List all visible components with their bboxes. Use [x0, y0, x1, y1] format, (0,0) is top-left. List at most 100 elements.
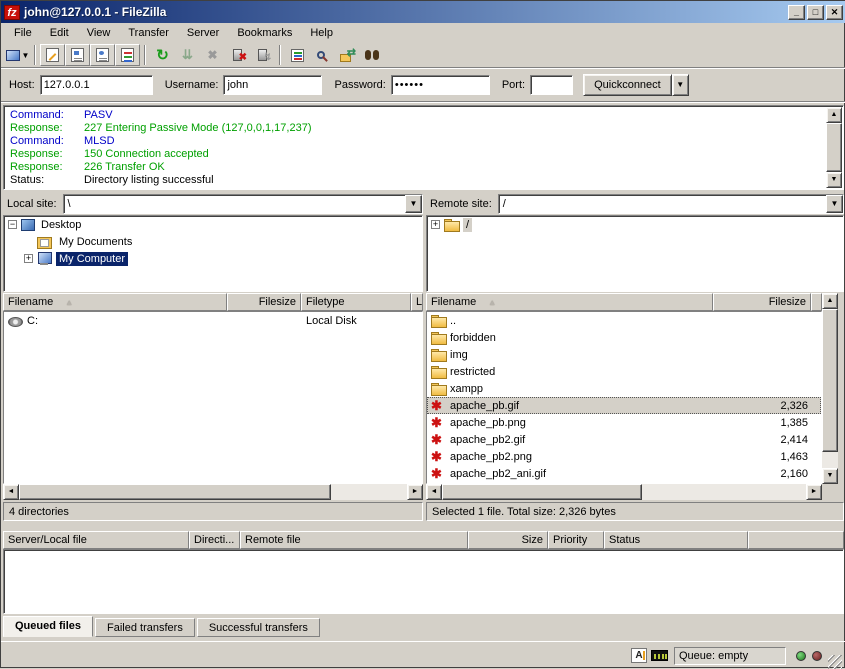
- tree-item-my-documents[interactable]: My Documents: [4, 233, 422, 250]
- combo-dropdown-icon[interactable]: ▼: [405, 195, 422, 213]
- process-queue-button[interactable]: ⇊: [175, 44, 200, 66]
- remote-file-row[interactable]: xampp: [427, 380, 821, 397]
- toggle-message-log-button[interactable]: [40, 44, 65, 66]
- remote-file-row[interactable]: restricted: [427, 363, 821, 380]
- transfer-queue-list[interactable]: [3, 549, 844, 614]
- column-filename[interactable]: Filename▲: [3, 293, 227, 311]
- port-input[interactable]: [530, 75, 573, 95]
- remote-file-row-selected[interactable]: ✱apache_pb.gif2,326: [427, 397, 821, 414]
- remote-file-row[interactable]: ✱apache_pb2.png1,463: [427, 448, 821, 465]
- log-scrollbar[interactable]: ▲ ▼: [826, 107, 842, 188]
- local-site-combobox[interactable]: \ ▼: [63, 194, 423, 214]
- remote-site-path[interactable]: /: [499, 195, 826, 213]
- image-file-icon: ✱: [431, 450, 447, 464]
- host-input[interactable]: [40, 75, 153, 95]
- menu-file[interactable]: File: [5, 24, 41, 42]
- scroll-up-icon[interactable]: ▲: [822, 293, 838, 309]
- minimize-button[interactable]: _: [788, 5, 805, 20]
- local-site-path[interactable]: \: [64, 195, 405, 213]
- menu-transfer[interactable]: Transfer: [119, 24, 178, 42]
- toggle-transfer-queue-button[interactable]: [115, 44, 140, 66]
- cancel-icon: ✖: [207, 48, 217, 62]
- column-label: Priority: [553, 534, 587, 546]
- menu-help[interactable]: Help: [301, 24, 342, 42]
- remote-file-row[interactable]: ✱apache_pb2.gif2,414: [427, 431, 821, 448]
- tree-item-desktop[interactable]: − Desktop: [4, 216, 422, 233]
- expand-icon[interactable]: +: [24, 254, 33, 263]
- column-size[interactable]: Size: [468, 531, 548, 549]
- scroll-right-icon[interactable]: ►: [407, 484, 423, 500]
- local-tree-icon: [71, 48, 84, 62]
- combo-dropdown-icon[interactable]: ▼: [826, 195, 843, 213]
- local-file-row[interactable]: C: Local Disk: [4, 312, 422, 329]
- title-bar[interactable]: fz john@127.0.0.1 - FileZilla _ □ ✕: [1, 1, 845, 23]
- quickconnect-button[interactable]: Quickconnect: [583, 74, 672, 96]
- tree-item-label[interactable]: My Documents: [56, 235, 135, 249]
- remote-file-row[interactable]: ..: [427, 312, 821, 329]
- menu-edit[interactable]: Edit: [41, 24, 78, 42]
- username-input[interactable]: [223, 75, 322, 95]
- expand-icon[interactable]: +: [431, 220, 440, 229]
- resize-grip[interactable]: [828, 655, 842, 669]
- menu-server[interactable]: Server: [178, 24, 228, 42]
- refresh-button[interactable]: ↻: [150, 44, 175, 66]
- file-search-button[interactable]: [310, 44, 335, 66]
- directory-listing-filters-button[interactable]: [285, 44, 310, 66]
- close-button[interactable]: ✕: [826, 5, 843, 20]
- tree-item-label[interactable]: My Computer: [56, 252, 128, 266]
- scroll-left-icon[interactable]: ◄: [426, 484, 442, 500]
- toggle-local-tree-button[interactable]: [65, 44, 90, 66]
- tree-item-my-computer[interactable]: + My Computer: [4, 250, 422, 267]
- remote-file-row[interactable]: forbidden: [427, 329, 821, 346]
- column-status[interactable]: Status: [604, 531, 748, 549]
- remote-list-scrollbar[interactable]: ▲ ▼: [822, 293, 838, 484]
- toolbar-separator: [279, 45, 281, 65]
- remote-file-row[interactable]: img: [427, 346, 821, 363]
- toggle-remote-tree-button[interactable]: [90, 44, 115, 66]
- remote-list-hscrollbar[interactable]: ◄ ►: [426, 484, 822, 500]
- reconnect-button[interactable]: ↯: [250, 44, 275, 66]
- column-priority[interactable]: Priority: [548, 531, 604, 549]
- column-filesize[interactable]: Filesize: [227, 293, 301, 311]
- tab-failed-transfers[interactable]: Failed transfers: [95, 618, 195, 637]
- column-last-modified[interactable]: L: [411, 293, 423, 311]
- remote-list-scrollbar-thumb[interactable]: [822, 309, 838, 452]
- directory-comparison-button[interactable]: [360, 44, 385, 66]
- remote-site-combobox[interactable]: / ▼: [498, 194, 844, 214]
- local-hscrollbar-thumb[interactable]: [19, 484, 331, 500]
- column-server-local-file[interactable]: Server/Local file: [3, 531, 189, 549]
- tab-queued-files[interactable]: Queued files: [3, 616, 93, 637]
- host-label: Host:: [9, 79, 35, 91]
- menu-bookmarks[interactable]: Bookmarks: [228, 24, 301, 42]
- password-input[interactable]: [391, 75, 490, 95]
- column-remote-file[interactable]: Remote file: [240, 531, 468, 549]
- menu-view[interactable]: View: [78, 24, 120, 42]
- log-scrollbar-thumb[interactable]: [826, 123, 842, 172]
- tab-successful-transfers[interactable]: Successful transfers: [197, 618, 320, 637]
- scroll-right-icon[interactable]: ►: [806, 484, 822, 500]
- toolbar-separator: [144, 45, 146, 65]
- remote-file-row[interactable]: ✱apache_pb.png1,385: [427, 414, 821, 431]
- cancel-operation-button[interactable]: ✖: [200, 44, 225, 66]
- scroll-down-icon[interactable]: ▼: [822, 468, 838, 484]
- scroll-up-icon[interactable]: ▲: [826, 107, 842, 123]
- column-direction[interactable]: Directi...: [189, 531, 240, 549]
- column-filesize[interactable]: Filesize: [713, 293, 811, 311]
- scroll-left-icon[interactable]: ◄: [3, 484, 19, 500]
- collapse-icon[interactable]: −: [8, 220, 17, 229]
- local-list-hscrollbar[interactable]: ◄ ►: [3, 484, 423, 500]
- quickconnect-dropdown-button[interactable]: ▼: [672, 74, 689, 96]
- site-manager-dropdown-arrow-icon[interactable]: ▼: [22, 51, 30, 60]
- maximize-button[interactable]: □: [807, 5, 824, 20]
- remote-file-row[interactable]: ✱apache_pb2_ani.gif2,160: [427, 465, 821, 482]
- tree-item-root[interactable]: + /: [427, 216, 843, 233]
- synchronized-browsing-button[interactable]: ⇄: [335, 44, 360, 66]
- column-filename[interactable]: Filename▲: [426, 293, 713, 311]
- scroll-down-icon[interactable]: ▼: [826, 172, 842, 188]
- column-filetype[interactable]: Filetype: [301, 293, 411, 311]
- site-manager-button[interactable]: ▼: [5, 44, 30, 66]
- disconnect-button[interactable]: ✖: [225, 44, 250, 66]
- tree-item-label[interactable]: /: [463, 218, 472, 232]
- remote-hscrollbar-thumb[interactable]: [442, 484, 642, 500]
- tree-item-label[interactable]: Desktop: [38, 218, 84, 232]
